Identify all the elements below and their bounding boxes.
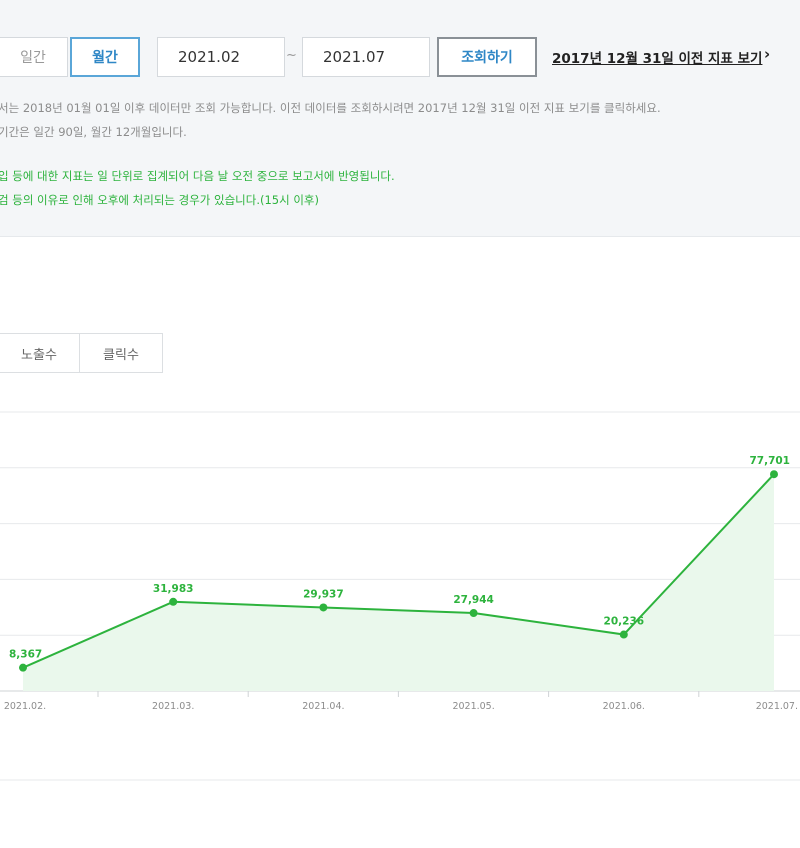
data-point — [619, 630, 628, 639]
monthly-button[interactable]: 월간 — [70, 37, 140, 77]
x-tick-label: 2021.06. — [603, 701, 645, 712]
data-point — [469, 609, 478, 618]
data-point — [169, 597, 178, 606]
x-tick-label: 2021.07. — [756, 701, 798, 712]
notice-text-highlight: 검 등의 이유로 인해 오후에 처리되는 경우가 있습니다.(15시 이후) — [0, 193, 320, 207]
data-point — [770, 470, 778, 479]
chart-x-axis: 2021.02. 2021.03. 2021.04. 2021.05. 2021.06.… — [4, 691, 798, 712]
data-point — [319, 603, 328, 612]
date-separator: ~ — [286, 48, 297, 63]
x-tick-label: 2021.04. — [302, 701, 344, 712]
notice-text-highlight: 입 등에 대한 지표는 일 단위로 집계되어 다음 날 오전 중으로 보고서에 … — [0, 169, 395, 183]
data-label: 27,944 — [453, 594, 494, 606]
line-chart: 8,367 31,983 29,937 27,944 20,236 77,701 2021… — [0, 411, 800, 781]
data-label: 20,236 — [604, 616, 645, 628]
data-point — [19, 663, 27, 672]
x-tick-label: 2021.02. — [4, 701, 46, 712]
data-label: 8,367 — [9, 649, 42, 661]
chart-area-fill — [23, 474, 774, 691]
query-button[interactable]: 조회하기 — [437, 37, 537, 77]
chevron-right-icon[interactable]: › — [764, 45, 770, 63]
previous-stats-link[interactable]: 2017년 12월 31일 이전 지표 보기 — [552, 47, 762, 67]
filter-panel: 일간 월간 2021.02 ~ 2021.07 조회하기 2017년 12월 3… — [0, 0, 800, 237]
daily-button[interactable]: 일간 — [0, 37, 68, 77]
x-tick-label: 2021.03. — [152, 701, 194, 712]
tab-impressions[interactable]: 노출수 — [0, 333, 80, 373]
data-label: 77,701 — [749, 455, 790, 467]
end-date-input[interactable]: 2021.07 — [302, 37, 430, 77]
start-date-input[interactable]: 2021.02 — [157, 37, 285, 77]
notice-text: 기간은 일간 90일, 월간 12개월입니다. — [0, 125, 187, 139]
data-label: 29,937 — [303, 588, 344, 600]
notice-text: 서는 2018년 01월 01일 이후 데이터만 조회 가능합니다. 이전 데이… — [0, 101, 661, 115]
x-tick-label: 2021.05. — [452, 701, 494, 712]
tab-clicks[interactable]: 클릭수 — [79, 333, 163, 373]
data-label: 31,983 — [153, 583, 194, 595]
